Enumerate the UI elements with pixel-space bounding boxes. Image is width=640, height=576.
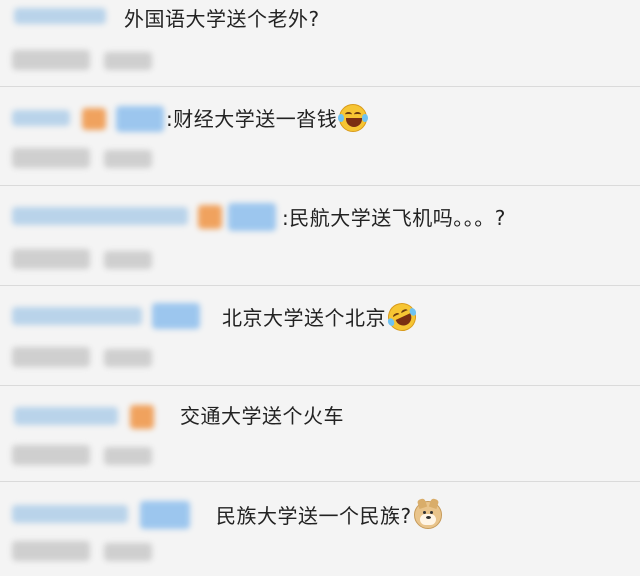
comment-text: 民族大学送一个民族? xyxy=(216,497,442,529)
username-blurred[interactable] xyxy=(14,8,106,24)
comment-text: :财经大学送一沓钱 xyxy=(166,104,369,132)
comment-meta-blurred xyxy=(104,251,152,269)
comment-text-content: 北京大学送个北京 xyxy=(222,306,386,330)
comment-item: 外国语大学送个老外? xyxy=(0,0,640,87)
comment-item: 交通大学送个火车 xyxy=(0,387,640,482)
comment-meta-blurred xyxy=(104,150,152,168)
username-blurred[interactable] xyxy=(12,207,188,225)
user-badge-blurred xyxy=(140,501,190,529)
comment-meta-blurred xyxy=(104,543,152,561)
comment-text: :民航大学送飞机吗。。。? xyxy=(282,206,506,230)
comment-item: 北京大学送个北京 xyxy=(0,287,640,386)
user-badge-blurred xyxy=(198,205,222,229)
comment-meta-blurred xyxy=(104,52,152,70)
user-badge-blurred xyxy=(82,108,106,130)
username-blurred[interactable] xyxy=(12,307,142,325)
username-blurred[interactable] xyxy=(12,505,128,523)
comment-meta-blurred xyxy=(104,349,152,367)
user-badge-blurred xyxy=(228,203,276,231)
user-badge-blurred xyxy=(152,303,200,329)
user-badge-blurred xyxy=(116,106,164,132)
comment-meta-blurred xyxy=(12,541,90,561)
comment-meta-blurred xyxy=(12,148,90,168)
doge-icon xyxy=(413,497,442,529)
comment-item: :民航大学送飞机吗。。。? xyxy=(0,187,640,286)
comment-meta-blurred xyxy=(12,249,90,269)
laughing-tears-icon xyxy=(338,104,369,132)
user-badge-blurred xyxy=(130,405,154,429)
comment-item: 民族大学送一个民族? xyxy=(0,483,640,576)
comment-meta-blurred xyxy=(104,447,152,465)
comment-meta-blurred xyxy=(12,347,90,367)
comment-text-content: :财经大学送一沓钱 xyxy=(166,107,338,131)
username-blurred[interactable] xyxy=(14,407,118,425)
comment-item: :财经大学送一沓钱 xyxy=(0,88,640,186)
comment-meta-blurred xyxy=(12,445,90,465)
username-blurred[interactable] xyxy=(12,110,70,126)
laughing-tears-icon xyxy=(383,298,421,336)
comment-meta-blurred xyxy=(12,50,90,70)
comment-text: 北京大学送个北京 xyxy=(222,298,421,336)
comment-text: 交通大学送个火车 xyxy=(180,404,344,428)
comment-text-content: 民族大学送一个民族? xyxy=(216,504,412,528)
comment-text: 外国语大学送个老外? xyxy=(124,7,320,31)
